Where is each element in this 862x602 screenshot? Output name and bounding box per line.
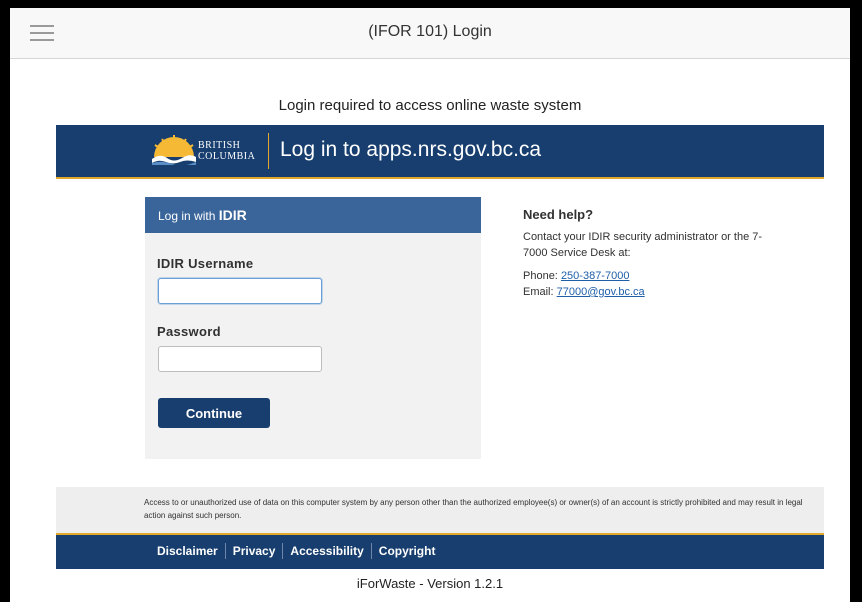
title-bar: (IFOR 101) Login	[10, 8, 850, 59]
footer-nav: Disclaimer Privacy Accessibility Copyright	[56, 533, 824, 569]
phone-link[interactable]: 250-387-7000	[561, 270, 630, 282]
footer-separator	[224, 542, 226, 559]
bc-logo-text: BRITISH COLUMBIA	[198, 140, 255, 162]
phone-label: Phone:	[523, 270, 558, 282]
help-text: Contact your IDIR security administrator…	[523, 231, 763, 259]
logo-line-2: COLUMBIA	[198, 151, 256, 162]
header-title: Log in to apps.nrs.gov.bc.ca	[280, 138, 542, 161]
footer-link-copyright[interactable]: Copyright	[374, 535, 441, 568]
heading-idir: IDIR	[218, 207, 247, 223]
login-panel-heading: Log in with IDIR	[145, 197, 481, 233]
email-label: Email:	[523, 286, 554, 298]
header-divider	[268, 133, 269, 169]
help-email: Email: 77000@gov.bc.ca	[523, 284, 783, 300]
login-required-message: Login required to access online waste sy…	[278, 97, 582, 114]
bc-sun-logo-icon	[152, 135, 196, 166]
footer-separator	[282, 542, 284, 559]
password-input[interactable]	[158, 346, 322, 372]
footer-link-disclaimer[interactable]: Disclaimer	[152, 535, 223, 568]
help-section: Need help? Contact your IDIR security ad…	[523, 207, 783, 300]
help-title: Need help?	[523, 207, 594, 222]
footer-link-accessibility[interactable]: Accessibility	[285, 535, 368, 568]
app-title: (IFOR 101) Login	[368, 23, 492, 40]
heading-prefix: Log in with	[158, 209, 216, 223]
bc-gov-header: BRITISH COLUMBIA Log in to apps.nrs.gov.…	[56, 125, 824, 179]
login-panel: Log in with IDIR IDIR Username Password …	[145, 197, 481, 459]
logo-line-1: BRITISH	[198, 140, 241, 151]
version-label: iForWaste - Version 1.2.1	[356, 576, 504, 591]
footer-separator	[370, 542, 372, 559]
footer-link-privacy[interactable]: Privacy	[228, 535, 281, 568]
username-label: IDIR Username	[157, 256, 254, 271]
legal-notice: Access to or unauthorized use of data on…	[56, 487, 824, 533]
email-link[interactable]: 77000@gov.bc.ca	[557, 286, 645, 298]
help-phone: Phone: 250-387-7000	[523, 268, 783, 284]
continue-button[interactable]: Continue	[158, 398, 270, 428]
username-input[interactable]	[158, 278, 322, 304]
app-window: (IFOR 101) Login Login required to acces…	[10, 8, 850, 602]
bc-logo: BRITISH COLUMBIA	[152, 135, 272, 169]
password-label: Password	[157, 324, 221, 339]
